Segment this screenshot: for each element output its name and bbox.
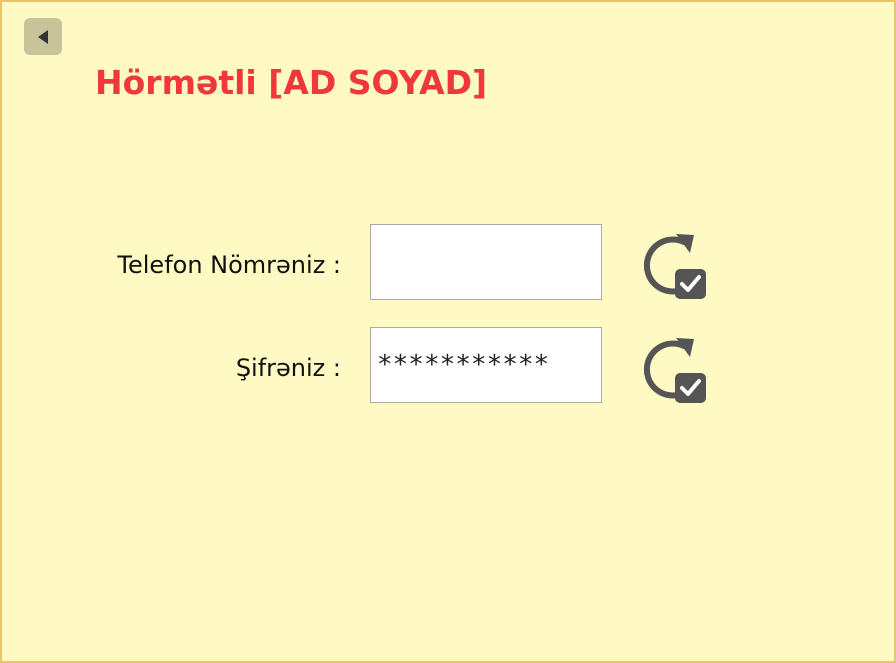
- refresh-check-icon: [643, 234, 706, 299]
- password-refresh-button[interactable]: [634, 335, 708, 403]
- phone-label: Telefon Nömrəniz :: [117, 251, 341, 279]
- password-label: Şifrəniz :: [235, 354, 341, 382]
- page-title: Hörmətli [AD SOYAD]: [95, 63, 488, 102]
- login-panel: Hörmətli [AD SOYAD] Telefon Nömrəniz : Ş…: [0, 0, 896, 663]
- back-arrow-icon: [38, 29, 48, 44]
- phone-refresh-button[interactable]: [634, 231, 708, 299]
- back-button[interactable]: [24, 18, 62, 55]
- password-input[interactable]: [370, 327, 602, 403]
- refresh-check-icon: [643, 338, 706, 403]
- phone-input[interactable]: [370, 224, 602, 300]
